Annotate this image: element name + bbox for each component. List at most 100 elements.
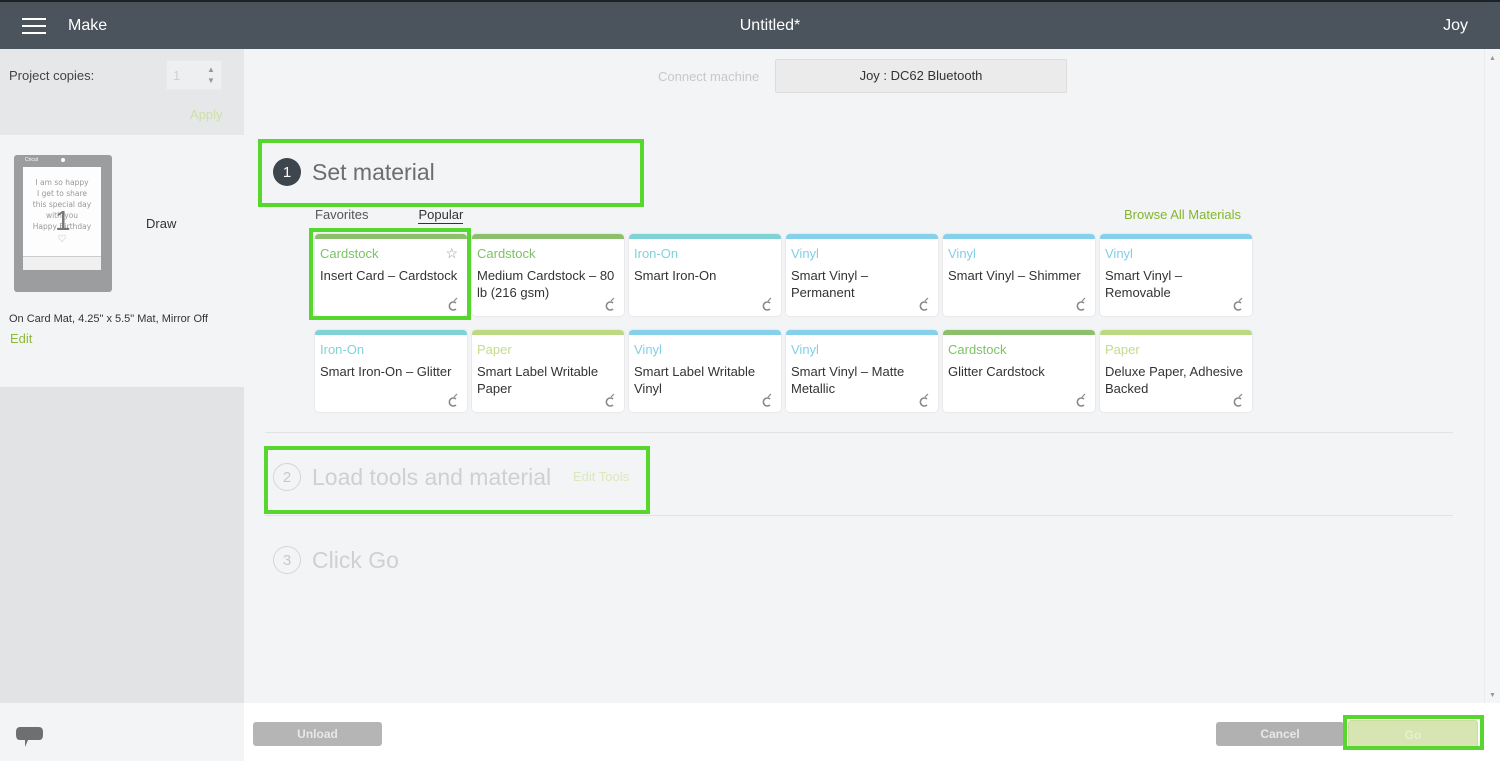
cricut-material-icon [762, 297, 772, 311]
material-card[interactable]: Iron-On Smart Iron-On [629, 234, 781, 316]
material-grid: Cardstock Insert Card – Cardstock ☆ Cardsto… [315, 234, 1252, 412]
material-category: Vinyl [791, 246, 819, 261]
scroll-down-icon[interactable]: ▼ [1489, 692, 1496, 699]
step-number: 3 [273, 546, 301, 574]
decrement-icon[interactable]: ▼ [206, 75, 216, 86]
mat-strip [23, 256, 101, 270]
project-copies-label: Project copies: [9, 68, 95, 83]
cricut-material-icon [605, 393, 615, 407]
step-title: Set material [312, 158, 435, 185]
edit-mat-link[interactable]: Edit [10, 331, 32, 346]
material-card[interactable]: Cardstock Medium Cardstock – 80 lb (216 g… [472, 234, 624, 316]
material-name: Deluxe Paper, Adhesive Backed [1105, 364, 1244, 396]
material-category: Paper [477, 342, 512, 357]
main-panel: Connect machine Joy : DC62 Bluetooth 1 S… [244, 49, 1484, 703]
material-category: Cardstock [320, 246, 379, 261]
document-title: Untitled* [739, 17, 801, 34]
category-color-bar [315, 234, 467, 239]
tab-favorites[interactable]: Favorites [315, 207, 368, 224]
cricut-material-icon [1076, 297, 1086, 311]
category-color-bar [315, 330, 467, 335]
chat-icon[interactable] [16, 725, 43, 749]
connect-machine-button[interactable]: Joy : DC62 Bluetooth [775, 59, 1067, 93]
scroll-up-icon[interactable]: ▲ [1489, 55, 1496, 62]
mat-thumbnail[interactable]: Cricut I am so happy I get to share this… [14, 155, 112, 292]
material-card[interactable]: Iron-On Smart Iron-On – Glitter [315, 330, 467, 412]
cricut-material-icon [448, 393, 458, 407]
material-category: Cardstock [477, 246, 536, 261]
material-category: Iron-On [634, 246, 679, 261]
material-category: Vinyl [1105, 246, 1133, 261]
cricut-material-icon [448, 297, 458, 311]
mat-number: 1 [55, 205, 71, 236]
category-color-bar [786, 234, 938, 239]
category-color-bar [786, 330, 938, 335]
left-footer [0, 703, 244, 761]
divider [265, 432, 1453, 433]
step-set-material: 1 Set material [273, 158, 435, 186]
material-category: Vinyl [948, 246, 976, 261]
material-name: Smart Vinyl – Matte Metallic [791, 364, 905, 396]
tab-popular[interactable]: Popular [418, 207, 464, 224]
increment-icon[interactable]: ▲ [206, 64, 216, 75]
project-copies-stepper[interactable]: 1 ▲ ▼ [166, 60, 222, 90]
material-name: Smart Iron-On – Glitter [320, 364, 452, 379]
mat-preview-panel: Cricut I am so happy I get to share this… [0, 135, 244, 387]
material-card[interactable]: Vinyl Smart Vinyl – Shimmer [943, 234, 1095, 316]
mat-brand: Cricut [25, 157, 39, 163]
browse-all-materials-link[interactable]: Browse All Materials [1124, 207, 1241, 222]
material-name: Smart Iron-On [634, 268, 717, 283]
user-name[interactable]: Joy [1443, 17, 1468, 35]
edit-tools-link[interactable]: Edit Tools [573, 469, 629, 484]
favorite-star-icon[interactable]: ☆ [445, 245, 458, 262]
apply-button[interactable]: Apply [190, 107, 223, 122]
step-number: 1 [273, 158, 301, 186]
vertical-scrollbar[interactable]: ▲ ▼ [1484, 49, 1500, 703]
category-color-bar [629, 234, 781, 239]
connect-machine-label: Connect machine [658, 69, 760, 84]
go-button[interactable]: Go [1348, 720, 1478, 748]
cricut-material-icon [605, 297, 615, 311]
material-card[interactable]: Vinyl Smart Label Writable Vinyl [629, 330, 781, 412]
material-name: Smart Label Writable Vinyl [634, 364, 756, 396]
category-color-bar [472, 330, 624, 335]
material-category: Paper [1105, 342, 1140, 357]
footer-bar: Unload Cancel Go [244, 703, 1500, 761]
material-name: Smart Vinyl – Permanent [791, 268, 869, 300]
cancel-button[interactable]: Cancel [1216, 722, 1344, 746]
material-card[interactable]: Cardstock Glitter Cardstock [943, 330, 1095, 412]
project-copies-value[interactable]: 1 [173, 68, 180, 83]
cricut-material-icon [1076, 393, 1086, 407]
category-color-bar [1100, 234, 1252, 239]
material-category: Vinyl [634, 342, 662, 357]
project-copies-panel: Project copies: 1 ▲ ▼ Apply [0, 49, 244, 135]
material-name: Glitter Cardstock [948, 364, 1045, 379]
step-title: Click Go [312, 546, 399, 573]
material-card[interactable]: Cardstock Insert Card – Cardstock ☆ [315, 234, 467, 316]
category-color-bar [943, 330, 1095, 335]
category-color-bar [943, 234, 1095, 239]
material-card[interactable]: Paper Deluxe Paper, Adhesive Backed [1100, 330, 1252, 412]
mat-paper-preview: I am so happy I get to share this specia… [23, 167, 101, 270]
material-category: Iron-On [320, 342, 365, 357]
step-title: Load tools and material [312, 463, 552, 490]
material-card[interactable]: Vinyl Smart Vinyl – Removable [1100, 234, 1252, 316]
material-category: Vinyl [791, 342, 819, 357]
divider [265, 515, 1453, 516]
material-name: Smart Label Writable Paper [477, 364, 599, 396]
category-color-bar [1100, 330, 1252, 335]
material-name: Smart Vinyl – Removable [1105, 268, 1183, 300]
material-name: Smart Vinyl – Shimmer [948, 268, 1081, 283]
material-card[interactable]: Paper Smart Label Writable Paper [472, 330, 624, 412]
material-category: Cardstock [948, 342, 1007, 357]
step-number: 2 [273, 463, 301, 491]
unload-button[interactable]: Unload [253, 722, 382, 746]
preview-line: I am so happy [35, 178, 89, 187]
cricut-material-icon [1233, 393, 1243, 407]
top-bar: Make Untitled* Joy [0, 0, 1500, 49]
material-card[interactable]: Vinyl Smart Vinyl – Matte Metallic [786, 330, 938, 412]
material-card[interactable]: Vinyl Smart Vinyl – Permanent [786, 234, 938, 316]
material-name: Medium Cardstock – 80 lb (216 gsm) [477, 268, 615, 300]
mat-info: On Card Mat, 4.25" x 5.5" Mat, Mirror Of… [9, 313, 208, 325]
preview-line: I get to share [37, 189, 87, 198]
